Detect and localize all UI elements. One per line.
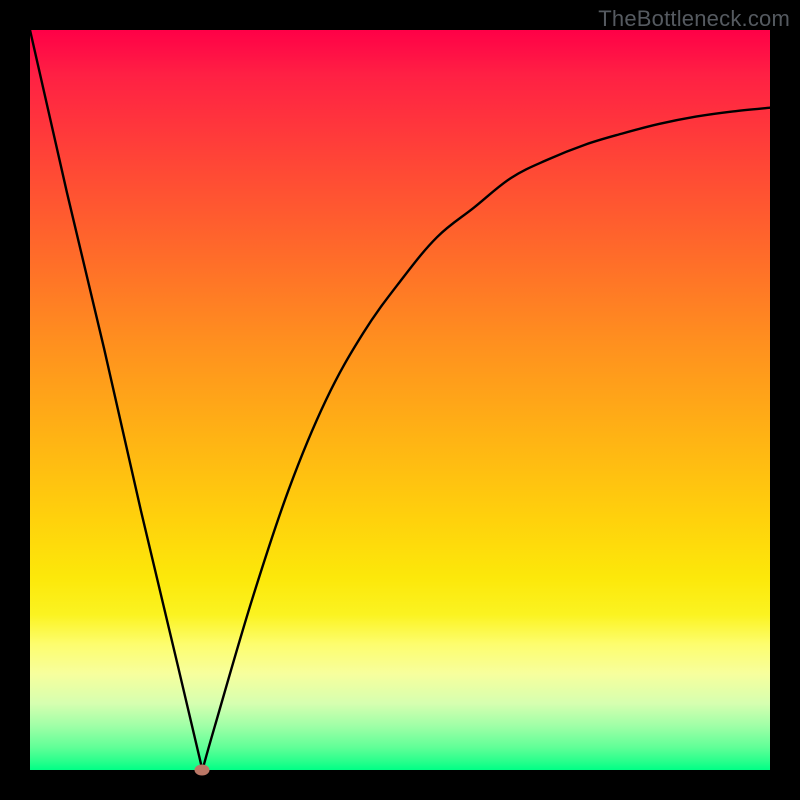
watermark-text: TheBottleneck.com [598,6,790,32]
chart-frame: TheBottleneck.com [0,0,800,800]
plot-area [30,30,770,770]
bottleneck-curve-path [30,30,770,770]
minimum-marker [195,765,210,776]
curve-svg [30,30,770,770]
